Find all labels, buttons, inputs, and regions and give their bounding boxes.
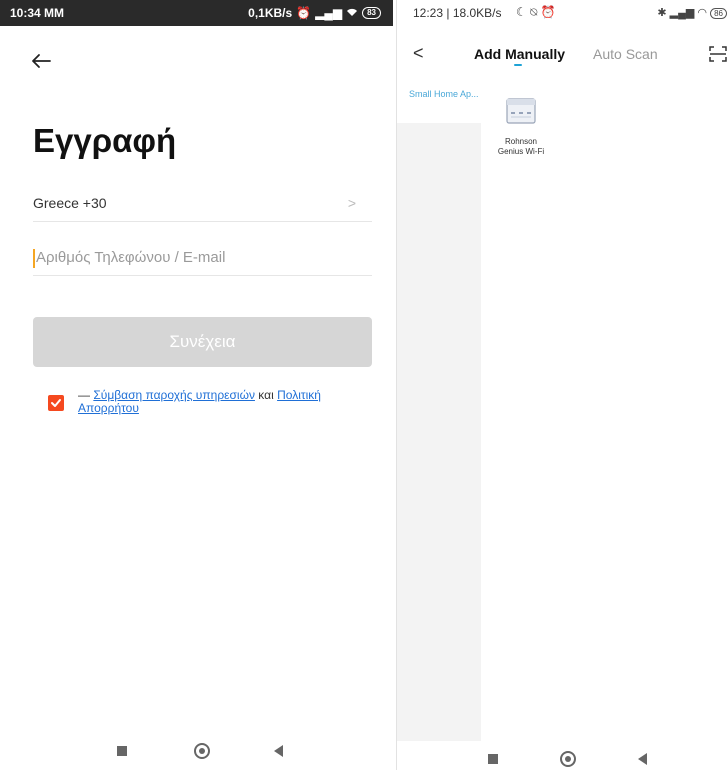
nav-home-icon[interactable] [560,751,576,767]
status-icons: ✱ ▂▄▆ ◠ 86 [657,6,727,19]
phone-email-input[interactable]: Αριθμός Τηλεφώνου / E-mail [33,240,372,276]
phone-email-placeholder: Αριθμός Τηλεφώνου / E-mail [36,249,226,266]
status-time: 12:23 | 18.0KB/s [413,6,502,20]
country-value: Greece +30 [33,195,107,211]
wifi-icon: ◠ [697,7,708,19]
privacy-policy-link[interactable]: Πολιτική [277,388,321,402]
back-icon[interactable]: < [413,43,424,64]
text-cursor [33,249,35,268]
privacy-policy-link-cont[interactable]: Απορρήτου [78,401,139,415]
bluetooth-icon: ✱ [657,7,667,19]
tab-auto-scan[interactable]: Auto Scan [593,46,658,62]
terms-prefix: — [78,388,94,402]
status-misc-icons: ☾ ⍉ ⏰ [516,5,556,19]
device-item[interactable]: Rohnson Genius Wi-Fi [495,98,547,157]
signal-icon: ▂▄▆ [315,6,343,20]
nav-back-icon[interactable] [274,745,283,757]
back-arrow-icon[interactable] [30,50,52,72]
status-icons: 0,1KB/s ⏰ ▂▄▆ 83 [248,6,381,20]
terms-and: και [254,388,278,402]
country-selector[interactable]: Greece +30 > [33,186,372,222]
alarm-icon: ⏰ [296,6,312,20]
add-device-screen: 12:23 | 18.0KB/s ☾ ⍉ ⏰ ✱ ▂▄▆ ◠ 86 < Add … [396,0,728,770]
signal-icon: ▂▄▆ [669,7,695,19]
terms-agreement: — Σύμβαση παροχής υπηρεσιών και Πολιτική… [48,389,368,429]
nav-recents-icon[interactable] [488,754,498,764]
scan-icon[interactable] [709,45,727,63]
active-tab-indicator [514,64,522,66]
chevron-right-icon: > [347,195,356,211]
network-speed: 0,1KB/s [248,6,293,20]
sidebar-item-small-home-appliances[interactable]: Small Home Ap... [397,83,481,123]
terms-text: — Σύμβαση παροχής υπηρεσιών και Πολιτική… [78,389,368,415]
nav-home-icon[interactable] [194,743,210,759]
battery-indicator: 83 [362,7,381,19]
system-nav-bar [0,738,393,770]
status-bar: 12:23 | 18.0KB/s ☾ ⍉ ⏰ ✱ ▂▄▆ ◠ 86 [397,0,728,24]
sidebar-item-label: Small Home Ap... [409,89,479,99]
nav-recents-icon[interactable] [117,746,127,756]
battery-indicator: 86 [710,8,727,19]
wifi-icon [346,6,358,20]
status-time: 10:34 MM [10,6,65,20]
registration-screen: 10:34 MM 0,1KB/s ⏰ ▂▄▆ 83 Εγγραφή Greece… [0,0,393,770]
tab-add-manually[interactable]: Add Manually [474,46,565,62]
device-heater-icon [506,98,536,124]
device-label: Rohnson Genius Wi-Fi [497,137,545,156]
status-bar: 10:34 MM 0,1KB/s ⏰ ▂▄▆ 83 [0,0,393,26]
category-sidebar: Small Home Ap... [397,83,481,741]
nav-back-icon[interactable] [638,753,647,765]
continue-button[interactable]: Συνέχεια [33,317,372,367]
system-nav-bar [397,748,728,770]
page-title: Εγγραφή [33,122,177,159]
continue-button-label: Συνέχεια [169,332,236,351]
checkbox-checked-icon[interactable] [48,395,64,411]
service-agreement-link[interactable]: Σύμβαση παροχής υπηρεσιών [93,388,255,402]
top-tabs-header: < Add Manually Auto Scan [397,40,728,70]
